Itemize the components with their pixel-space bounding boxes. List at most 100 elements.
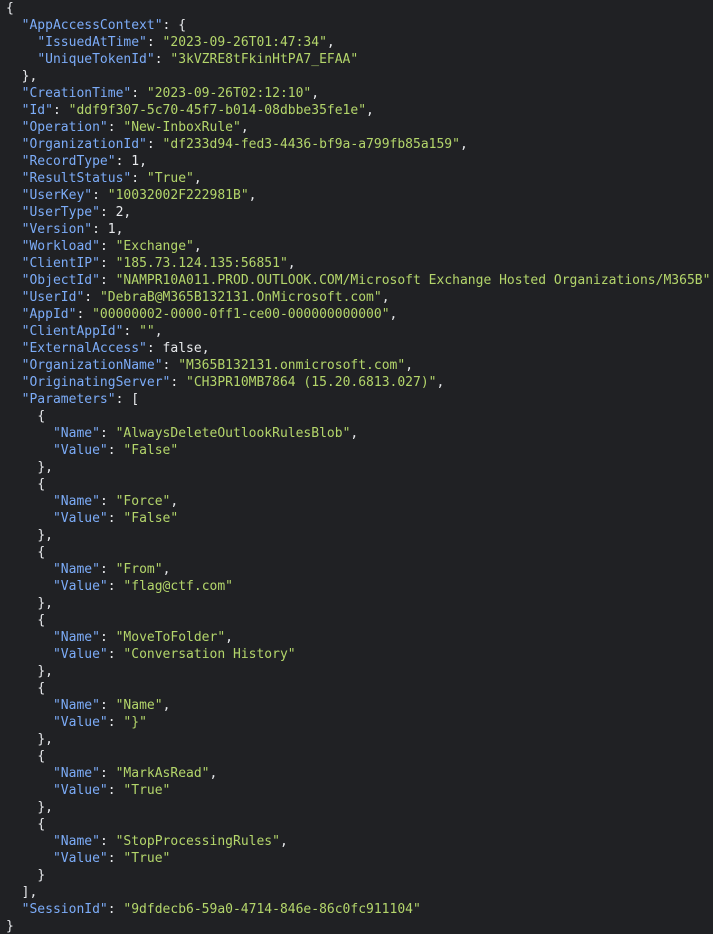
json-colon: : bbox=[107, 120, 124, 135]
json-comma: , bbox=[350, 426, 359, 441]
json-line: "UserType": 2, bbox=[6, 204, 713, 221]
json-colon: : bbox=[154, 52, 171, 67]
json-key: "AppId" bbox=[21, 307, 77, 322]
json-brace-close: }, bbox=[37, 732, 53, 747]
json-line: "Value": "Conversation History" bbox=[6, 646, 713, 663]
json-line: "RecordType": 1, bbox=[6, 153, 713, 170]
json-line: "ExternalAccess": false, bbox=[6, 340, 713, 357]
json-line: "Name": "AlwaysDeleteOutlookRulesBlob", bbox=[6, 425, 713, 442]
json-line: "OrganizationId": "df233d94-fed3-4436-bf… bbox=[6, 136, 713, 153]
json-colon: : bbox=[76, 307, 93, 322]
json-brace-open: { bbox=[37, 545, 46, 560]
json-string-value: "MarkAsRead" bbox=[115, 766, 210, 781]
json-colon: : bbox=[99, 630, 116, 645]
json-colon: : bbox=[99, 205, 116, 220]
json-line: "ResultStatus": "True", bbox=[6, 170, 713, 187]
json-comma: , bbox=[162, 698, 171, 713]
json-line: "Workload": "Exchange", bbox=[6, 238, 713, 255]
json-colon: : bbox=[84, 290, 100, 305]
json-key: "Value" bbox=[52, 579, 108, 594]
json-string-value: "2023-09-26T01:47:34" bbox=[162, 35, 327, 50]
json-key: "Id" bbox=[21, 103, 53, 118]
json-colon: : bbox=[123, 324, 140, 339]
json-string-value: "DebraB@M365B132131.OnMicrosoft.com" bbox=[99, 290, 382, 305]
json-string-value: "185.73.124.135:56851" bbox=[115, 256, 288, 271]
json-comma: , bbox=[436, 375, 445, 390]
json-brace-open: { bbox=[37, 613, 46, 628]
json-string-value: "Name" bbox=[115, 698, 163, 713]
json-colon: : bbox=[92, 188, 108, 203]
json-string-value: "AlwaysDeleteOutlookRulesBlob" bbox=[115, 426, 351, 441]
json-colon: : bbox=[99, 834, 116, 849]
json-string-value: "True" bbox=[123, 783, 171, 798]
json-comma: , bbox=[225, 630, 233, 645]
json-line: }, bbox=[6, 731, 713, 748]
json-brace-close: }, bbox=[21, 69, 38, 84]
json-key: "Version" bbox=[21, 222, 93, 237]
json-key: "UserKey" bbox=[21, 188, 93, 203]
json-colon: : bbox=[146, 35, 163, 50]
json-string-value: "2023-09-26T02:12:10" bbox=[146, 86, 312, 101]
json-line: }, bbox=[6, 663, 713, 680]
json-line: "Name": "StopProcessingRules", bbox=[6, 833, 713, 850]
json-colon: : bbox=[146, 137, 163, 152]
json-line: "Version": 1, bbox=[6, 221, 713, 238]
json-comma: , bbox=[366, 103, 374, 118]
json-comma: , bbox=[459, 137, 468, 152]
json-string-value: "" bbox=[139, 324, 155, 339]
json-key: "Name" bbox=[52, 426, 100, 441]
json-brace-close: }, bbox=[37, 664, 53, 679]
json-line: "OrganizationName": "M365B132131.onmicro… bbox=[6, 357, 713, 374]
json-brace-close: }, bbox=[37, 460, 53, 475]
json-comma: , bbox=[405, 358, 414, 373]
json-colon: : bbox=[92, 222, 108, 237]
json-string-value: "NAMPR10A011.PROD.OUTLOOK.COM/Microsoft … bbox=[115, 273, 711, 288]
json-key: "Value" bbox=[52, 443, 108, 458]
json-string-value: "StopProcessingRules" bbox=[115, 834, 280, 849]
json-colon: : bbox=[107, 579, 124, 594]
json-comma: , bbox=[326, 35, 335, 50]
json-boolean-value: false bbox=[162, 341, 202, 356]
json-colon: : bbox=[115, 154, 132, 169]
json-colon: : bbox=[107, 851, 124, 866]
json-colon: : bbox=[99, 273, 116, 288]
json-viewer[interactable]: { "AppAccessContext": { "IssuedAtTime": … bbox=[0, 0, 713, 934]
json-string-value: "Force" bbox=[115, 494, 171, 509]
json-colon: : bbox=[107, 647, 124, 662]
json-brace-open: { bbox=[37, 749, 46, 764]
json-colon: : bbox=[99, 426, 116, 441]
json-comma: , bbox=[311, 86, 320, 101]
json-colon: : bbox=[131, 86, 147, 101]
json-line: { bbox=[6, 544, 713, 561]
json-comma: , bbox=[162, 562, 171, 577]
json-line: { bbox=[6, 408, 713, 425]
json-colon: : bbox=[99, 698, 116, 713]
json-string-value: "M365B132131.onmicrosoft.com" bbox=[178, 358, 406, 373]
json-line: "ClientAppId": "", bbox=[6, 323, 713, 340]
json-key: "Workload" bbox=[21, 239, 100, 254]
json-brace-open: { bbox=[178, 18, 187, 33]
json-brace-close: }, bbox=[37, 800, 53, 815]
json-string-value: "}" bbox=[123, 715, 147, 730]
json-line: "CreationTime": "2023-09-26T02:12:10", bbox=[6, 85, 713, 102]
json-key: "Value" bbox=[52, 715, 108, 730]
json-colon: : bbox=[99, 562, 116, 577]
json-string-value: "True" bbox=[146, 171, 194, 186]
json-key: "SessionId" bbox=[21, 902, 108, 917]
json-line: "Value": "False" bbox=[6, 510, 713, 527]
json-line: }, bbox=[6, 527, 713, 544]
json-comma: , bbox=[139, 154, 147, 169]
json-comma: , bbox=[209, 766, 218, 781]
json-line: "UserId": "DebraB@M365B132131.OnMicrosof… bbox=[6, 289, 713, 306]
json-key: "UserType" bbox=[21, 205, 100, 220]
json-key: "Name" bbox=[52, 834, 100, 849]
json-line: } bbox=[6, 867, 713, 884]
json-key: "OriginatingServer" bbox=[21, 375, 171, 390]
json-line: "Value": "True" bbox=[6, 782, 713, 799]
json-key: "Parameters" bbox=[21, 392, 116, 407]
json-key: "CreationTime" bbox=[21, 86, 132, 101]
json-line: "OriginatingServer": "CH3PR10MB7864 (15.… bbox=[6, 374, 713, 391]
json-string-value: "From" bbox=[115, 562, 163, 577]
json-colon: : bbox=[99, 256, 116, 271]
json-line: "Name": "Name", bbox=[6, 697, 713, 714]
